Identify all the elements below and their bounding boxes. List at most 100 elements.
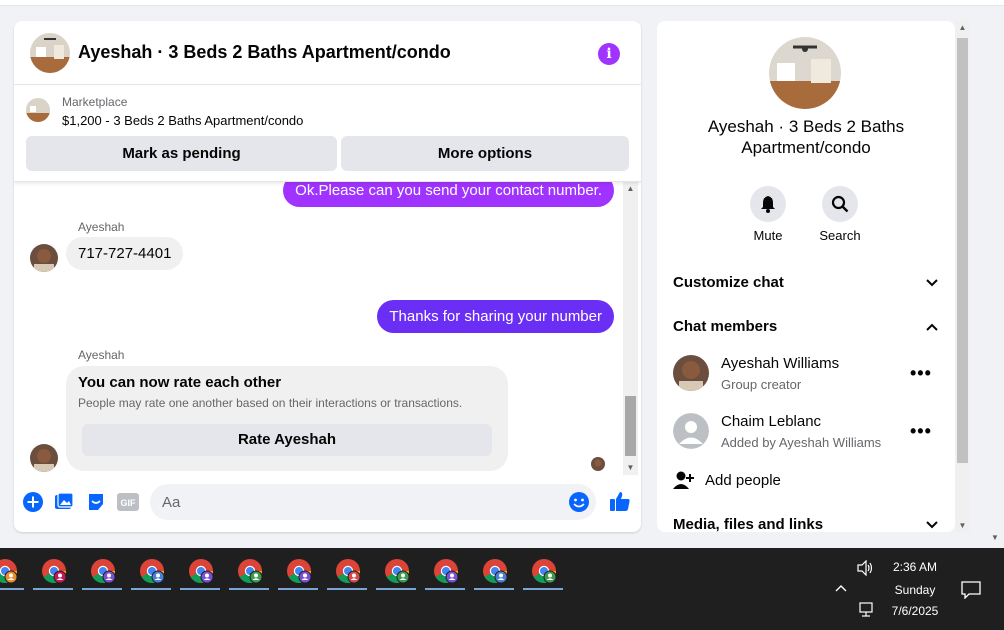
like-icon[interactable]	[608, 489, 632, 513]
running-indicator	[0, 588, 24, 590]
running-indicator	[425, 588, 465, 590]
message-input-container	[150, 484, 596, 520]
notification-icon[interactable]	[961, 581, 981, 602]
sender-avatar[interactable]	[30, 244, 58, 272]
mute-label: Mute	[753, 228, 783, 243]
scroll-down-arrow[interactable]: ▼	[955, 521, 970, 530]
chrome-icon	[0, 559, 18, 584]
more-icon[interactable]: •••	[910, 421, 932, 442]
seen-indicator-avatar	[591, 457, 605, 471]
more-icon[interactable]: •••	[910, 363, 932, 384]
network-icon[interactable]	[857, 602, 875, 621]
top-strip	[0, 0, 1004, 6]
search-action[interactable]: Search	[810, 186, 870, 243]
scrollbar-thumb[interactable]	[957, 38, 968, 463]
member-name: Ayeshah Williams	[721, 355, 840, 372]
customize-chat-label: Customize chat	[673, 274, 784, 291]
listing-avatar[interactable]	[30, 33, 70, 73]
scroll-up-arrow[interactable]: ▲	[955, 23, 970, 32]
chevron-down-icon	[925, 518, 939, 532]
message-scrollbar[interactable]: ▲ ▼	[623, 182, 638, 475]
info-icon[interactable]: i	[598, 43, 620, 65]
chevron-up-icon	[925, 320, 939, 338]
running-indicator	[523, 588, 563, 590]
chat-members-section[interactable]: Chat members	[673, 318, 943, 342]
mute-action[interactable]: Mute	[738, 186, 798, 243]
member-role: Added by Ayeshah Williams	[721, 435, 882, 450]
chrome-taskbar-button[interactable]	[33, 556, 73, 590]
chrome-taskbar-button[interactable]	[82, 556, 122, 590]
chrome-icon	[336, 559, 361, 584]
chat-title[interactable]: Ayeshah · 3 Beds 2 Baths Apartment/condo	[78, 42, 451, 63]
chrome-icon	[238, 559, 263, 584]
emoji-icon[interactable]	[568, 491, 590, 513]
chevron-up-icon[interactable]	[834, 582, 848, 597]
running-indicator	[474, 588, 514, 590]
add-person-icon	[673, 471, 694, 489]
customize-chat-section[interactable]: Customize chat	[673, 274, 943, 298]
chrome-icon	[385, 559, 410, 584]
sender-avatar[interactable]	[30, 444, 58, 472]
chrome-icon	[42, 559, 67, 584]
chrome-taskbar-button[interactable]	[376, 556, 416, 590]
member-name: Chaim Leblanc	[721, 413, 822, 430]
chrome-taskbar-button[interactable]	[474, 556, 514, 590]
chat-members-label: Chat members	[673, 318, 778, 335]
running-indicator	[229, 588, 269, 590]
mark-as-pending-button[interactable]: Mark as pending	[26, 136, 337, 171]
add-people-button[interactable]: Add people	[673, 470, 873, 494]
listing-thumbnail	[26, 98, 50, 122]
clock-day[interactable]: Sunday	[880, 583, 950, 597]
chrome-taskbar-button[interactable]	[131, 556, 171, 590]
chat-panel: Ayeshah · 3 Beds 2 Baths Apartment/condo…	[14, 21, 641, 532]
more-options-button[interactable]: More options	[341, 136, 629, 171]
chrome-taskbar-button[interactable]	[425, 556, 465, 590]
media-files-section[interactable]: Media, files and links	[673, 516, 943, 532]
rating-card: You can now rate each other People may r…	[66, 366, 508, 471]
chrome-taskbar-button[interactable]	[229, 556, 269, 590]
chrome-icon	[532, 559, 557, 584]
scroll-up-arrow[interactable]: ▲	[623, 184, 638, 194]
scrollbar-thumb[interactable]	[625, 396, 636, 456]
photo-icon[interactable]	[53, 491, 75, 513]
running-indicator	[278, 588, 318, 590]
clock-date[interactable]: 7/6/2025	[880, 604, 950, 618]
incoming-message: 717-727-4401	[66, 237, 184, 270]
chrome-icon	[434, 559, 459, 584]
chrome-taskbar-button[interactable]	[327, 556, 367, 590]
rate-button[interactable]: Rate Ayeshah	[82, 424, 492, 456]
marketplace-banner: Marketplace $1,200 - 3 Beds 2 Baths Apar…	[14, 86, 641, 182]
chrome-taskbar-button[interactable]	[523, 556, 563, 590]
member-avatar[interactable]	[673, 413, 709, 449]
running-indicator	[327, 588, 367, 590]
member-role: Group creator	[721, 377, 802, 392]
chat-details-panel: Ayeshah · 3 Beds 2 Baths Apartment/condo…	[657, 21, 955, 532]
plus-icon[interactable]	[22, 491, 44, 513]
member-row[interactable]: Chaim Leblanc Added by Ayeshah Williams …	[673, 409, 943, 457]
chrome-taskbar-button[interactable]	[278, 556, 318, 590]
chrome-icon	[189, 559, 214, 584]
scroll-down-arrow[interactable]: ▼	[623, 463, 638, 473]
search-label: Search	[819, 228, 861, 243]
gif-icon[interactable]: GIF	[117, 491, 139, 513]
marketplace-label: Marketplace	[62, 95, 128, 109]
chrome-taskbar-button[interactable]	[180, 556, 220, 590]
details-scrollbar[interactable]: ▲ ▼	[955, 21, 970, 532]
listing-avatar-large[interactable]	[769, 37, 841, 109]
volume-icon[interactable]	[857, 559, 875, 579]
chrome-icon	[140, 559, 165, 584]
page-scroll-down-arrow[interactable]: ▼	[991, 533, 999, 542]
clock-time[interactable]: 2:36 AM	[880, 560, 950, 574]
listing-price-title[interactable]: $1,200 - 3 Beds 2 Baths Apartment/condo	[62, 113, 303, 128]
member-avatar[interactable]	[673, 355, 709, 391]
outgoing-message: Ok.Please can you send your contact numb…	[283, 182, 614, 207]
outgoing-message: Thanks for sharing your number	[377, 300, 614, 333]
chrome-taskbar-button[interactable]	[0, 556, 24, 590]
member-row[interactable]: Ayeshah Williams Group creator •••	[673, 351, 943, 399]
bell-icon[interactable]	[750, 186, 786, 222]
details-title: Ayeshah · 3 Beds 2 Baths Apartment/condo	[707, 117, 905, 157]
composer: GIF	[14, 479, 641, 527]
message-input[interactable]	[162, 484, 552, 520]
sticker-icon[interactable]	[85, 491, 107, 513]
search-icon[interactable]	[822, 186, 858, 222]
